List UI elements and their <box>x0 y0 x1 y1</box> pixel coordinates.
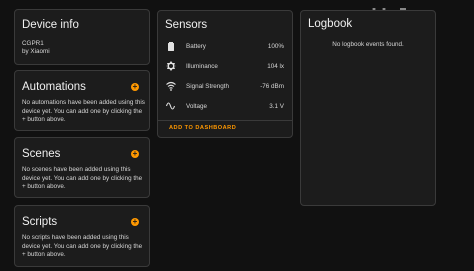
sensor-name: Signal Strength <box>186 83 230 90</box>
device-page: Device info CGPR1 by Xiaomi Automations … <box>0 0 474 271</box>
sensors-title: Sensors <box>165 19 208 31</box>
add-script-button[interactable]: + <box>131 218 139 226</box>
scripts-empty-text: No scripts have been added using this de… <box>22 234 143 259</box>
automations-empty-text: No automations have been added using thi… <box>22 99 145 124</box>
sensor-row-voltage[interactable]: Voltage 3.1 V <box>158 100 292 114</box>
logbook-title: Logbook <box>308 18 353 30</box>
wifi-icon <box>166 81 176 91</box>
sensor-name: Voltage <box>186 103 208 110</box>
logbook-empty-text: No logbook events found. <box>332 41 404 48</box>
sensor-row-signal-strength[interactable]: Signal Strength -76 dBm <box>158 80 292 94</box>
sensor-name: Battery <box>186 43 206 50</box>
device-info-card: Device info CGPR1 by Xiaomi <box>14 9 150 65</box>
scripts-title: Scripts <box>22 216 58 228</box>
automations-card: Automations + No automations have been a… <box>14 70 150 131</box>
scenes-title: Scenes <box>22 148 61 160</box>
sensors-divider <box>158 120 292 121</box>
add-scene-button[interactable]: + <box>131 150 139 158</box>
sensors-card: Sensors Battery 100% Illuminance 104 lx <box>157 10 293 138</box>
scenes-card: Scenes + No scenes have been added using… <box>14 137 150 198</box>
sensor-row-illuminance[interactable]: Illuminance 104 lx <box>158 60 292 74</box>
sensor-value: 100% <box>267 43 284 50</box>
battery-icon <box>168 42 174 51</box>
scripts-card: Scripts + No scripts have been added usi… <box>14 205 150 267</box>
sensor-value: 3.1 V <box>269 103 284 110</box>
logbook-card: Logbook No logbook events found. <box>300 10 436 206</box>
scenes-empty-text: No scenes have been added using this dev… <box>22 166 143 191</box>
sensor-value: -76 dBm <box>260 83 284 90</box>
add-automation-button[interactable]: + <box>131 83 139 91</box>
toolbar-icons <box>370 0 410 11</box>
brightness-icon <box>166 61 176 71</box>
add-to-dashboard-button[interactable]: ADD TO DASHBOARD <box>165 123 240 133</box>
device-manufacturer: by Xiaomi <box>22 48 50 55</box>
sensor-name: Illuminance <box>186 63 218 70</box>
sensor-value: 104 lx <box>267 63 284 70</box>
device-info-title: Device info <box>22 19 79 31</box>
sine-wave-icon <box>166 102 176 110</box>
sensor-row-battery[interactable]: Battery 100% <box>158 40 292 54</box>
automations-title: Automations <box>22 81 86 93</box>
